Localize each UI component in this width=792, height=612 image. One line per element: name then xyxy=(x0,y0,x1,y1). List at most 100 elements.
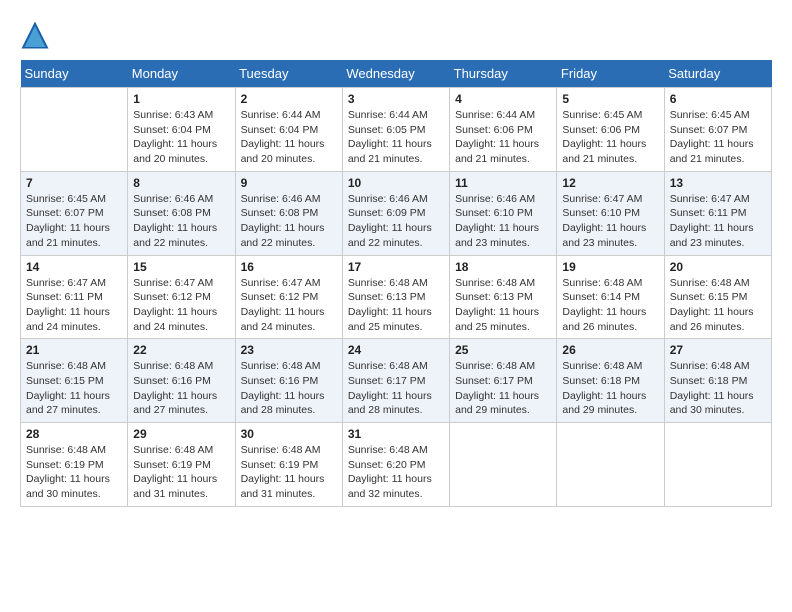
calendar-cell: 25 Sunrise: 6:48 AM Sunset: 6:17 PM Dayli… xyxy=(450,339,557,423)
day-number: 31 xyxy=(348,427,444,441)
calendar-cell: 30Sunrise: 6:48 AM Sunset: 6:19 PM Dayli… xyxy=(235,423,342,507)
calendar-cell: 23Sunrise: 6:48 AM Sunset: 6:16 PM Dayli… xyxy=(235,339,342,423)
column-header-thursday: Thursday xyxy=(450,60,557,88)
day-info: Sunrise: 6:45 AM Sunset: 6:07 PM Dayligh… xyxy=(670,108,766,167)
day-info: Sunrise: 6:48 AM Sunset: 6:18 PM Dayligh… xyxy=(562,359,658,418)
day-number: 3 xyxy=(348,92,444,106)
calendar-cell: 21 Sunrise: 6:48 AM Sunset: 6:15 PM Dayli… xyxy=(21,339,128,423)
day-info: Sunrise: 6:48 AM Sunset: 6:19 PM Dayligh… xyxy=(26,443,122,502)
week-row-5: 28 Sunrise: 6:48 AM Sunset: 6:19 PM Dayli… xyxy=(21,423,772,507)
calendar-cell: 3 Sunrise: 6:44 AM Sunset: 6:05 PM Daylig… xyxy=(342,88,449,172)
day-info: Sunrise: 6:47 AM Sunset: 6:10 PM Dayligh… xyxy=(562,192,658,251)
day-info: Sunrise: 6:48 AM Sunset: 6:18 PM Dayligh… xyxy=(670,359,766,418)
day-number: 17 xyxy=(348,260,444,274)
day-info: Sunrise: 6:45 AM Sunset: 6:07 PM Dayligh… xyxy=(26,192,122,251)
day-info: Sunrise: 6:48 AM Sunset: 6:20 PM Dayligh… xyxy=(348,443,444,502)
day-number: 25 xyxy=(455,343,551,357)
day-number: 13 xyxy=(670,176,766,190)
day-info: Sunrise: 6:48 AM Sunset: 6:15 PM Dayligh… xyxy=(26,359,122,418)
column-header-wednesday: Wednesday xyxy=(342,60,449,88)
day-number: 16 xyxy=(241,260,337,274)
day-number: 28 xyxy=(26,427,122,441)
day-number: 7 xyxy=(26,176,122,190)
calendar-cell: 9 Sunrise: 6:46 AM Sunset: 6:08 PM Daylig… xyxy=(235,171,342,255)
calendar-cell: 10 Sunrise: 6:46 AM Sunset: 6:09 PM Dayli… xyxy=(342,171,449,255)
day-info: Sunrise: 6:46 AM Sunset: 6:10 PM Dayligh… xyxy=(455,192,551,251)
calendar-cell: 13 Sunrise: 6:47 AM Sunset: 6:11 PM Dayli… xyxy=(664,171,771,255)
day-info: Sunrise: 6:46 AM Sunset: 6:08 PM Dayligh… xyxy=(241,192,337,251)
week-row-2: 7 Sunrise: 6:45 AM Sunset: 6:07 PM Daylig… xyxy=(21,171,772,255)
calendar-cell: 7 Sunrise: 6:45 AM Sunset: 6:07 PM Daylig… xyxy=(21,171,128,255)
day-info: Sunrise: 6:48 AM Sunset: 6:13 PM Dayligh… xyxy=(455,276,551,335)
calendar-cell: 14Sunrise: 6:47 AM Sunset: 6:11 PM Dayli… xyxy=(21,255,128,339)
calendar-cell: 12 Sunrise: 6:47 AM Sunset: 6:10 PM Dayli… xyxy=(557,171,664,255)
calendar-cell xyxy=(21,88,128,172)
day-number: 11 xyxy=(455,176,551,190)
calendar-cell: 5 Sunrise: 6:45 AM Sunset: 6:06 PM Daylig… xyxy=(557,88,664,172)
calendar-table: SundayMondayTuesdayWednesdayThursdayFrid… xyxy=(20,60,772,507)
calendar-cell: 18Sunrise: 6:48 AM Sunset: 6:13 PM Dayli… xyxy=(450,255,557,339)
calendar-cell: 26Sunrise: 6:48 AM Sunset: 6:18 PM Dayli… xyxy=(557,339,664,423)
calendar-cell: 20 Sunrise: 6:48 AM Sunset: 6:15 PM Dayli… xyxy=(664,255,771,339)
day-number: 1 xyxy=(133,92,229,106)
day-number: 14 xyxy=(26,260,122,274)
day-number: 19 xyxy=(562,260,658,274)
day-info: Sunrise: 6:47 AM Sunset: 6:12 PM Dayligh… xyxy=(241,276,337,335)
calendar-cell: 16 Sunrise: 6:47 AM Sunset: 6:12 PM Dayli… xyxy=(235,255,342,339)
calendar-cell: 31 Sunrise: 6:48 AM Sunset: 6:20 PM Dayli… xyxy=(342,423,449,507)
day-info: Sunrise: 6:44 AM Sunset: 6:04 PM Dayligh… xyxy=(241,108,337,167)
calendar-cell: 2Sunrise: 6:44 AM Sunset: 6:04 PM Daylig… xyxy=(235,88,342,172)
calendar-cell: 19 Sunrise: 6:48 AM Sunset: 6:14 PM Dayli… xyxy=(557,255,664,339)
day-number: 10 xyxy=(348,176,444,190)
calendar-cell xyxy=(664,423,771,507)
calendar-cell: 27 Sunrise: 6:48 AM Sunset: 6:18 PM Dayli… xyxy=(664,339,771,423)
logo xyxy=(20,20,54,50)
day-number: 21 xyxy=(26,343,122,357)
calendar-cell xyxy=(557,423,664,507)
day-number: 4 xyxy=(455,92,551,106)
day-info: Sunrise: 6:44 AM Sunset: 6:06 PM Dayligh… xyxy=(455,108,551,167)
day-info: Sunrise: 6:48 AM Sunset: 6:19 PM Dayligh… xyxy=(133,443,229,502)
column-header-monday: Monday xyxy=(128,60,235,88)
calendar-cell: 17 Sunrise: 6:48 AM Sunset: 6:13 PM Dayli… xyxy=(342,255,449,339)
day-info: Sunrise: 6:48 AM Sunset: 6:17 PM Dayligh… xyxy=(455,359,551,418)
day-number: 15 xyxy=(133,260,229,274)
week-row-4: 21 Sunrise: 6:48 AM Sunset: 6:15 PM Dayli… xyxy=(21,339,772,423)
calendar-cell: 22 Sunrise: 6:48 AM Sunset: 6:16 PM Dayli… xyxy=(128,339,235,423)
calendar-cell: 28 Sunrise: 6:48 AM Sunset: 6:19 PM Dayli… xyxy=(21,423,128,507)
day-info: Sunrise: 6:48 AM Sunset: 6:15 PM Dayligh… xyxy=(670,276,766,335)
column-header-friday: Friday xyxy=(557,60,664,88)
header-row: SundayMondayTuesdayWednesdayThursdayFrid… xyxy=(21,60,772,88)
week-row-1: 1 Sunrise: 6:43 AM Sunset: 6:04 PM Daylig… xyxy=(21,88,772,172)
day-info: Sunrise: 6:47 AM Sunset: 6:12 PM Dayligh… xyxy=(133,276,229,335)
day-number: 5 xyxy=(562,92,658,106)
day-info: Sunrise: 6:47 AM Sunset: 6:11 PM Dayligh… xyxy=(670,192,766,251)
calendar-cell: 4 Sunrise: 6:44 AM Sunset: 6:06 PM Daylig… xyxy=(450,88,557,172)
day-number: 12 xyxy=(562,176,658,190)
day-number: 8 xyxy=(133,176,229,190)
day-info: Sunrise: 6:48 AM Sunset: 6:19 PM Dayligh… xyxy=(241,443,337,502)
day-info: Sunrise: 6:43 AM Sunset: 6:04 PM Dayligh… xyxy=(133,108,229,167)
day-number: 20 xyxy=(670,260,766,274)
day-number: 29 xyxy=(133,427,229,441)
calendar-cell: 29 Sunrise: 6:48 AM Sunset: 6:19 PM Dayli… xyxy=(128,423,235,507)
logo-icon xyxy=(20,20,50,50)
day-info: Sunrise: 6:48 AM Sunset: 6:14 PM Dayligh… xyxy=(562,276,658,335)
day-info: Sunrise: 6:45 AM Sunset: 6:06 PM Dayligh… xyxy=(562,108,658,167)
day-number: 22 xyxy=(133,343,229,357)
calendar-cell xyxy=(450,423,557,507)
day-info: Sunrise: 6:48 AM Sunset: 6:16 PM Dayligh… xyxy=(241,359,337,418)
day-info: Sunrise: 6:46 AM Sunset: 6:09 PM Dayligh… xyxy=(348,192,444,251)
day-info: Sunrise: 6:48 AM Sunset: 6:17 PM Dayligh… xyxy=(348,359,444,418)
day-number: 27 xyxy=(670,343,766,357)
column-header-tuesday: Tuesday xyxy=(235,60,342,88)
day-number: 9 xyxy=(241,176,337,190)
calendar-cell: 15 Sunrise: 6:47 AM Sunset: 6:12 PM Dayli… xyxy=(128,255,235,339)
page-header xyxy=(20,20,772,50)
day-info: Sunrise: 6:48 AM Sunset: 6:16 PM Dayligh… xyxy=(133,359,229,418)
calendar-cell: 8Sunrise: 6:46 AM Sunset: 6:08 PM Daylig… xyxy=(128,171,235,255)
calendar-cell: 1 Sunrise: 6:43 AM Sunset: 6:04 PM Daylig… xyxy=(128,88,235,172)
day-info: Sunrise: 6:48 AM Sunset: 6:13 PM Dayligh… xyxy=(348,276,444,335)
calendar-cell: 11 Sunrise: 6:46 AM Sunset: 6:10 PM Dayli… xyxy=(450,171,557,255)
day-info: Sunrise: 6:44 AM Sunset: 6:05 PM Dayligh… xyxy=(348,108,444,167)
